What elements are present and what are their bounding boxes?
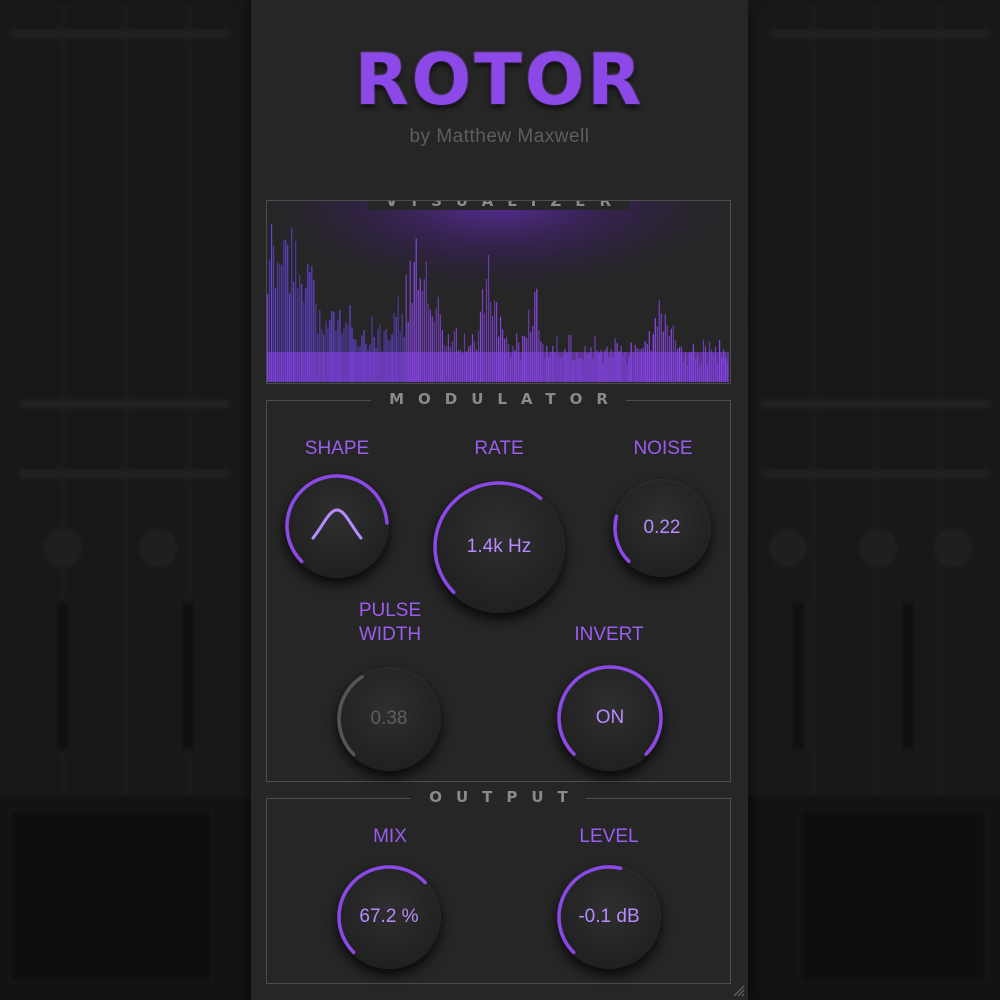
modulator-panel: MODULATOR SHAPE RATE 1.4k Hz NOISE 0.22 …	[266, 390, 731, 782]
level-label: LEVEL	[579, 826, 639, 847]
plugin-author: by Matthew Maxwell	[409, 126, 590, 147]
pulse-width-knob[interactable]: 0.38	[337, 667, 441, 771]
invert-toggle[interactable]: ON	[557, 665, 663, 771]
output-panel: OUTPUT MIX 67.2 % LEVEL -0.1 dB	[266, 788, 731, 984]
daw-knob	[45, 530, 81, 566]
noise-label: NOISE	[633, 438, 693, 459]
daw-knob	[860, 530, 896, 566]
mix-value: 67.2 %	[359, 906, 419, 927]
spectrum-display	[267, 201, 729, 382]
daw-strip	[760, 400, 990, 408]
daw-device-panel	[800, 810, 987, 982]
shape-knob[interactable]	[285, 474, 389, 578]
pulse-width-label-line1: PULSE	[358, 600, 422, 621]
daw-knob	[770, 530, 806, 566]
rate-knob[interactable]: 1.4k Hz	[433, 481, 565, 613]
noise-knob[interactable]: 0.22	[613, 479, 711, 577]
daw-fader	[900, 600, 916, 752]
level-value: -0.1 dB	[578, 906, 640, 927]
invert-value: ON	[595, 707, 625, 728]
daw-device-panel	[10, 810, 212, 982]
output-title: OUTPUT	[411, 788, 586, 806]
daw-strip	[20, 470, 230, 478]
daw-knob	[935, 530, 971, 566]
pulse-width-value: 0.38	[370, 708, 408, 729]
pulse-width-label-line2: WIDTH	[358, 624, 422, 645]
rate-value: 1.4k Hz	[466, 536, 532, 557]
visualizer-panel: VISUALIZER	[266, 200, 731, 384]
visualizer-title: VISUALIZER	[367, 201, 630, 210]
level-knob[interactable]: -0.1 dB	[557, 865, 661, 969]
daw-knob	[140, 530, 176, 566]
daw-strip	[770, 30, 990, 38]
daw-strip	[20, 400, 230, 408]
invert-label: INVERT	[574, 624, 644, 645]
mix-knob[interactable]: 67.2 %	[337, 865, 441, 969]
rate-label: RATE	[474, 438, 524, 459]
spectrum-floor	[267, 352, 729, 382]
plugin-title: ROTOR	[354, 39, 645, 121]
daw-strip	[10, 30, 230, 38]
daw-fader	[180, 600, 196, 752]
rotor-plugin-window: ROTOR by Matthew Maxwell VISUALIZER MODU…	[251, 0, 748, 1000]
sine-arch-icon	[311, 508, 363, 540]
noise-value: 0.22	[643, 517, 681, 538]
shape-label: SHAPE	[304, 438, 370, 459]
resize-grip-icon[interactable]	[731, 983, 745, 997]
daw-fader	[790, 600, 806, 752]
modulator-title: MODULATOR	[371, 390, 626, 408]
mix-label: MIX	[373, 826, 407, 847]
daw-fader	[55, 600, 71, 752]
daw-strip	[760, 470, 990, 478]
